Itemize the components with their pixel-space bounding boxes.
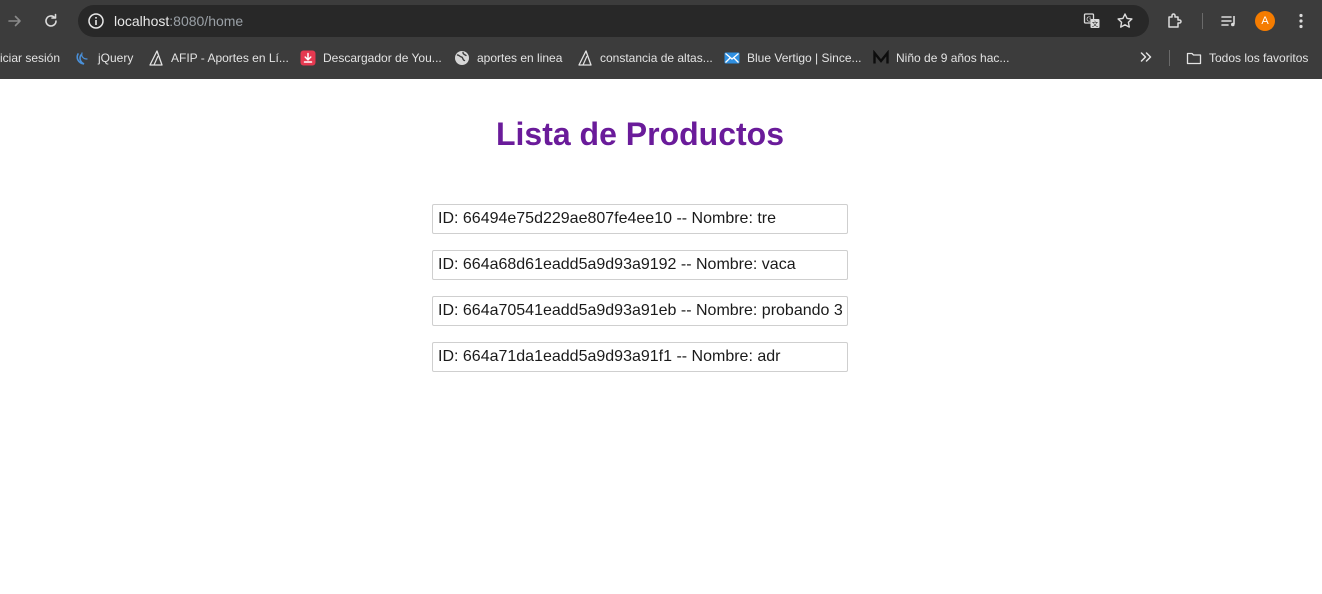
jquery-icon — [76, 52, 88, 65]
bookmark-star-icon[interactable] — [1116, 12, 1134, 30]
url-path: :8080/home — [169, 13, 244, 29]
download-icon — [300, 50, 316, 66]
reload-button[interactable] — [39, 9, 63, 33]
forward-arrow-icon — [8, 15, 21, 27]
globe-icon — [455, 51, 469, 65]
site-info-icon[interactable] — [87, 12, 105, 30]
bookmarks-divider — [1169, 50, 1170, 66]
toolbar-divider — [1202, 13, 1203, 29]
all-bookmarks-label: Todos los favoritos — [1209, 51, 1309, 65]
folder-icon — [1186, 52, 1202, 65]
afip-icon — [578, 50, 592, 66]
translate-icon[interactable]: G文 — [1083, 12, 1101, 30]
bookmark-descargador[interactable]: Descargador de You... — [300, 50, 442, 66]
extensions-icon[interactable] — [1165, 11, 1185, 31]
browser-toolbar: localhost:8080/home G文 A — [0, 0, 1322, 42]
page-title: Lista de Productos — [495, 116, 785, 152]
bookmark-label: Blue Vertigo | Since... — [747, 51, 862, 65]
reload-icon — [45, 13, 57, 27]
bookmark-label: Descargador de You... — [323, 51, 442, 65]
bookmark-label: AFIP - Aportes en Lí... — [171, 51, 289, 65]
afip-icon — [149, 50, 163, 66]
bookmark-jquery[interactable]: jQuery — [75, 50, 133, 66]
more-bookmarks-chevron-icon[interactable] — [1138, 49, 1154, 65]
mail-icon — [724, 52, 740, 64]
bookmark-label: aportes en linea — [477, 51, 563, 65]
more-menu-icon[interactable] — [1291, 11, 1311, 31]
product-item: ID: 66494e75d229ae807fe4ee10 -- Nombre: … — [432, 204, 848, 234]
bookmark-label: iciar sesión — [0, 51, 61, 65]
medium-icon — [873, 50, 889, 64]
product-list: ID: 66494e75d229ae807fe4ee10 -- Nombre: … — [432, 204, 848, 388]
product-item: ID: 664a71da1eadd5a9d93a91f1 -- Nombre: … — [432, 342, 848, 372]
address-bar[interactable]: localhost:8080/home G文 — [78, 5, 1149, 37]
bookmark-constancia[interactable]: constancia de altas... — [577, 50, 713, 66]
url-host: localhost — [114, 13, 170, 29]
bookmark-nino-9-anos[interactable]: Niño de 9 años hac... — [873, 50, 1009, 66]
bookmark-iniciar-sesion[interactable]: iciar sesión — [0, 50, 60, 66]
all-bookmarks-folder[interactable]: Todos los favoritos — [1186, 50, 1308, 66]
profile-avatar[interactable]: A — [1255, 11, 1275, 31]
bookmark-afip-aportes[interactable]: AFIP - Aportes en Lí... — [148, 50, 289, 66]
product-item: ID: 664a68d61eadd5a9d93a9192 -- Nombre: … — [432, 250, 848, 280]
svg-text:文: 文 — [1092, 19, 1099, 28]
media-controls-icon[interactable] — [1219, 11, 1239, 31]
bookmark-label: constancia de altas... — [600, 51, 713, 65]
forward-button[interactable] — [3, 9, 27, 33]
bookmark-label: jQuery — [98, 51, 134, 65]
bookmark-blue-vertigo[interactable]: Blue Vertigo | Since... — [724, 50, 862, 66]
url-text[interactable]: localhost:8080/home — [114, 13, 243, 29]
bookmark-label: Niño de 9 años hac... — [896, 51, 1010, 65]
product-item: ID: 664a70541eadd5a9d93a91eb -- Nombre: … — [432, 296, 848, 326]
bookmark-aportes-en-linea[interactable]: aportes en linea — [454, 50, 562, 66]
